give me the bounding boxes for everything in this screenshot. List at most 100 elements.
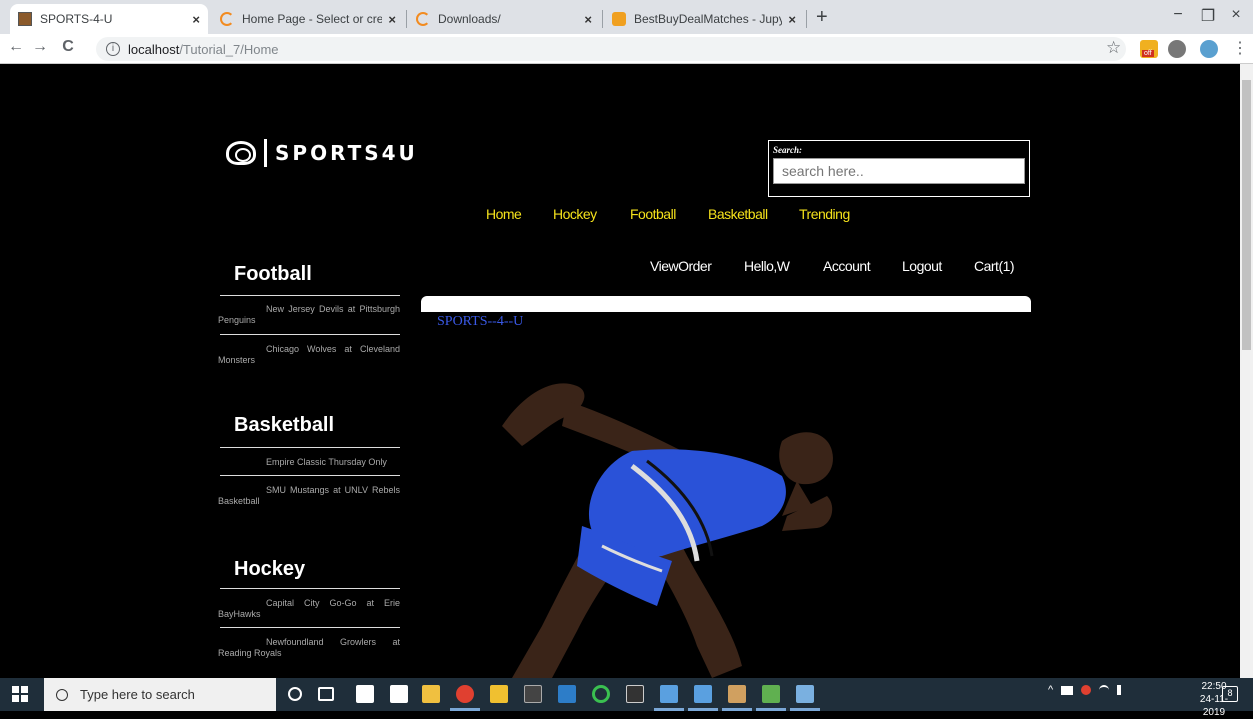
tab-title: Downloads/ — [438, 12, 501, 26]
window-close-button[interactable]: × — [1224, 6, 1248, 24]
sidebar-link[interactable]: Empire Classic Thursday Only — [218, 457, 400, 468]
back-button[interactable]: ← — [6, 38, 26, 56]
nav-basketball[interactable]: Basketball — [708, 206, 768, 222]
close-icon[interactable]: × — [788, 12, 796, 27]
tab-jupyter[interactable]: BestBuyDealMatches - Jupyter N × — [604, 4, 804, 34]
tab-sports4u[interactable]: SPORTS-4-U × — [10, 4, 208, 34]
file-explorer-icon[interactable] — [422, 685, 440, 703]
tab-downloads[interactable]: Downloads/ × — [408, 4, 600, 34]
app-icon[interactable] — [592, 685, 610, 703]
loading-spinner-icon — [220, 12, 234, 26]
jupyter-icon — [612, 12, 626, 26]
maximize-button[interactable]: ❐ — [1196, 6, 1220, 26]
sidebar-heading-football: Football — [234, 263, 312, 285]
chrome-icon[interactable] — [456, 685, 474, 703]
sidebar-link[interactable]: Chicago Wolves at Cleveland Monsters — [218, 344, 400, 366]
site-logo[interactable]: SPORTS4U — [226, 139, 418, 167]
content-header-bar — [421, 296, 1031, 312]
hero-image-sprinter — [482, 356, 972, 678]
nav-logout[interactable]: Logout — [902, 258, 942, 274]
profile-avatar-icon[interactable] — [1200, 40, 1218, 58]
reload-button[interactable]: C — [58, 38, 78, 56]
tray-expand-icon[interactable]: ^ — [1048, 684, 1053, 696]
site-tagline: SPORTS--4--U — [437, 314, 524, 329]
mail-icon[interactable] — [390, 685, 408, 703]
app-icon[interactable] — [490, 685, 508, 703]
wifi-icon[interactable] — [1099, 685, 1110, 695]
tab-title: SPORTS-4-U — [40, 12, 113, 26]
app-icon[interactable] — [524, 685, 542, 703]
search-icon — [56, 688, 68, 701]
new-tab-button[interactable]: + — [816, 6, 828, 29]
sidebar-heading-basketball: Basketball — [234, 414, 335, 436]
url-host: localhost — [128, 41, 180, 57]
loading-spinner-icon — [416, 12, 430, 26]
terminal-icon[interactable] — [626, 685, 644, 703]
taskbar-search[interactable]: Type here to search — [44, 678, 276, 711]
nav-cart[interactable]: Cart(1) — [974, 258, 1015, 274]
helmet-logo-icon — [226, 141, 256, 165]
task-view-icon[interactable] — [318, 687, 334, 701]
sidebar-divider — [220, 627, 400, 628]
app-tray-icon[interactable] — [1081, 685, 1092, 695]
nav-account[interactable]: Account — [823, 258, 871, 274]
sidebar-link[interactable]: Newfoundland Growlers at Reading Royals — [218, 637, 400, 659]
app-icon[interactable] — [694, 685, 712, 703]
minimize-button[interactable]: − — [1166, 6, 1190, 24]
sidebar-divider — [220, 475, 400, 476]
nav-hockey[interactable]: Hockey — [553, 206, 597, 222]
app-icon[interactable] — [796, 685, 814, 703]
app-icon[interactable] — [762, 685, 780, 703]
sidebar-divider — [220, 295, 400, 296]
cortana-icon[interactable] — [288, 687, 302, 701]
close-icon[interactable]: × — [584, 12, 592, 27]
nav-hello-user[interactable]: Hello,W — [744, 258, 790, 274]
sidebar-heading-hockey: Hockey — [234, 558, 306, 580]
site-favicon-icon — [18, 12, 32, 26]
tab-divider — [806, 10, 807, 28]
nav-football[interactable]: Football — [630, 206, 676, 222]
store-icon[interactable] — [356, 685, 374, 703]
sidebar-divider — [220, 334, 400, 335]
notification-center-icon[interactable]: 8 — [1222, 686, 1238, 702]
sprinter-illustration — [482, 356, 972, 678]
logo-text: SPORTS4U — [275, 141, 418, 165]
system-tray: ^ — [1048, 684, 1127, 696]
scrollbar-thumb[interactable] — [1242, 80, 1251, 350]
nav-home[interactable]: Home — [486, 206, 522, 222]
app-icon[interactable] — [558, 685, 576, 703]
search-label: Search: — [773, 145, 802, 155]
extension-icon[interactable] — [1168, 40, 1186, 58]
tab-divider — [602, 10, 603, 28]
sidebar-divider — [220, 588, 400, 589]
info-icon[interactable]: i — [106, 42, 120, 56]
nav-view-order[interactable]: ViewOrder — [650, 258, 712, 274]
bookmark-star-icon[interactable]: ☆ — [1106, 38, 1121, 58]
tab-title: BestBuyDealMatches - Jupyter N — [634, 12, 783, 26]
tab-title: Home Page - Select or create a n — [242, 12, 383, 26]
java-icon[interactable] — [728, 685, 746, 703]
tab-home-page[interactable]: Home Page - Select or create a n × — [212, 4, 404, 34]
sidebar-link[interactable]: New Jersey Devils at Pittsburgh Penguins — [218, 304, 400, 326]
extension-badge: off — [1142, 50, 1154, 57]
nav-trending[interactable]: Trending — [799, 206, 850, 222]
close-icon[interactable]: × — [192, 12, 200, 27]
url-bar[interactable]: i localhost/Tutorial_7/Home — [96, 37, 1126, 61]
forward-button[interactable]: → — [30, 38, 50, 56]
page-viewport: SPORTS4U Search: Home Hockey Football Ba… — [0, 64, 1240, 678]
windows-start-icon[interactable] — [12, 686, 28, 702]
search-box: Search: — [768, 140, 1030, 197]
url-path: /Tutorial_7/Home — [179, 41, 279, 57]
network-icon[interactable] — [1061, 685, 1074, 695]
close-icon[interactable]: × — [388, 12, 396, 27]
logo-divider — [264, 139, 267, 167]
sidebar-divider — [220, 447, 400, 448]
tab-divider — [406, 10, 407, 28]
taskbar-search-placeholder: Type here to search — [80, 687, 195, 702]
volume-icon[interactable] — [1117, 685, 1127, 695]
app-icon[interactable] — [660, 685, 678, 703]
sidebar-link[interactable]: SMU Mustangs at UNLV Rebels Basketball — [218, 485, 400, 507]
search-input[interactable] — [773, 158, 1025, 184]
sidebar-link[interactable]: Capital City Go-Go at Erie BayHawks — [218, 598, 400, 620]
browser-menu-icon[interactable]: ⋮ — [1232, 38, 1248, 58]
